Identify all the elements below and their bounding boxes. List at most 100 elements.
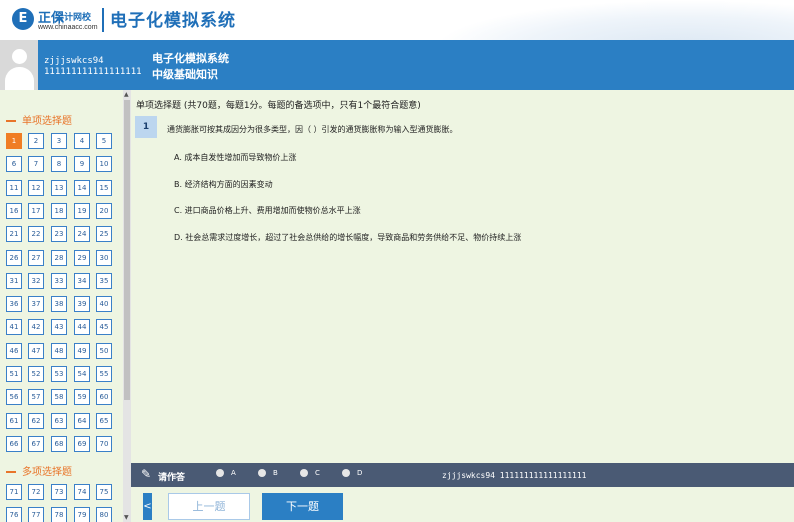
- question-nav-item[interactable]: 43: [51, 319, 67, 335]
- section-multiple-choice[interactable]: 多项选择题: [6, 463, 72, 478]
- question-nav-item[interactable]: 9: [74, 156, 90, 172]
- question-nav-item[interactable]: 41: [6, 319, 22, 335]
- question-nav-item[interactable]: 23: [51, 226, 67, 242]
- question-nav-item[interactable]: 29: [74, 250, 90, 266]
- sidebar-scrollbar[interactable]: ▲ ▼: [123, 90, 131, 522]
- question-nav-item[interactable]: 27: [28, 250, 44, 266]
- question-nav-item[interactable]: 67: [28, 436, 44, 452]
- question-nav-item[interactable]: 77: [28, 507, 44, 522]
- question-nav-item[interactable]: 57: [28, 389, 44, 405]
- question-nav-item[interactable]: 12: [28, 180, 44, 196]
- question-nav-item[interactable]: 66: [6, 436, 22, 452]
- question-nav-item[interactable]: 21: [6, 226, 22, 242]
- question-nav-item[interactable]: 7: [28, 156, 44, 172]
- question-nav-item[interactable]: 74: [74, 484, 90, 500]
- question-nav-item[interactable]: 26: [6, 250, 22, 266]
- question-nav-item[interactable]: 52: [28, 366, 44, 382]
- question-nav-item[interactable]: 59: [74, 389, 90, 405]
- question-nav-item[interactable]: 56: [6, 389, 22, 405]
- question-nav-item[interactable]: 49: [74, 343, 90, 359]
- question-nav-item[interactable]: 50: [96, 343, 112, 359]
- radio-circle-icon[interactable]: [300, 469, 308, 477]
- question-nav-item[interactable]: 64: [74, 413, 90, 429]
- question-nav-item[interactable]: 71: [6, 484, 22, 500]
- question-nav-item[interactable]: 22: [28, 226, 44, 242]
- answer-bar-user: zjjjswkcs94 111111111111111111: [442, 471, 587, 480]
- question-nav-item[interactable]: 75: [96, 484, 112, 500]
- question-nav-item[interactable]: 3: [51, 133, 67, 149]
- question-nav-item[interactable]: 14: [74, 180, 90, 196]
- question-nav-item[interactable]: 45: [96, 319, 112, 335]
- question-nav-item[interactable]: 15: [96, 180, 112, 196]
- question-nav-item[interactable]: 79: [74, 507, 90, 522]
- header-decoration: [434, 0, 794, 40]
- question-nav-item[interactable]: 68: [51, 436, 67, 452]
- scroll-up-icon[interactable]: ▲: [124, 91, 129, 98]
- question-nav-item[interactable]: 70: [96, 436, 112, 452]
- radio-circle-icon[interactable]: [216, 469, 224, 477]
- question-nav-item[interactable]: 60: [96, 389, 112, 405]
- scroll-down-icon[interactable]: ▼: [124, 514, 129, 521]
- question-nav-item[interactable]: 51: [6, 366, 22, 382]
- question-nav-item[interactable]: 76: [6, 507, 22, 522]
- question-nav-item[interactable]: 4: [74, 133, 90, 149]
- question-nav-item[interactable]: 42: [28, 319, 44, 335]
- question-nav-item[interactable]: 19: [74, 203, 90, 219]
- question-nav-item[interactable]: 48: [51, 343, 67, 359]
- next-question-button[interactable]: 下一题: [262, 493, 343, 520]
- question-nav-item[interactable]: 58: [51, 389, 67, 405]
- question-nav-item[interactable]: 38: [51, 296, 67, 312]
- question-nav-item[interactable]: 46: [6, 343, 22, 359]
- question-nav-item[interactable]: 6: [6, 156, 22, 172]
- question-nav-item[interactable]: 20: [96, 203, 112, 219]
- question-nav-item[interactable]: 65: [96, 413, 112, 429]
- question-nav-item[interactable]: 24: [74, 226, 90, 242]
- question-nav-item[interactable]: 72: [28, 484, 44, 500]
- question-nav-item[interactable]: 53: [51, 366, 67, 382]
- question-nav-item[interactable]: 62: [28, 413, 44, 429]
- question-nav-item[interactable]: 8: [51, 156, 67, 172]
- question-nav-item[interactable]: 28: [51, 250, 67, 266]
- answer-radio-b[interactable]: B: [258, 469, 278, 477]
- question-nav-item[interactable]: 18: [51, 203, 67, 219]
- question-nav-item[interactable]: 30: [96, 250, 112, 266]
- question-nav-item[interactable]: 63: [51, 413, 67, 429]
- question-nav-item[interactable]: 2: [28, 133, 44, 149]
- answer-radio-c[interactable]: C: [300, 469, 320, 477]
- question-nav-item[interactable]: 36: [6, 296, 22, 312]
- question-nav-item[interactable]: 69: [74, 436, 90, 452]
- question-nav-item[interactable]: 47: [28, 343, 44, 359]
- answer-radio-a[interactable]: A: [216, 469, 236, 477]
- question-nav-item[interactable]: 40: [96, 296, 112, 312]
- question-nav-item[interactable]: 44: [74, 319, 90, 335]
- collapse-sidebar-button[interactable]: <: [143, 493, 152, 520]
- scrollbar-thumb[interactable]: [124, 100, 130, 400]
- question-nav-item[interactable]: 1: [6, 133, 22, 149]
- question-nav-item[interactable]: 54: [74, 366, 90, 382]
- question-nav-item[interactable]: 80: [96, 507, 112, 522]
- question-nav-item[interactable]: 33: [51, 273, 67, 289]
- question-nav-item[interactable]: 25: [96, 226, 112, 242]
- question-nav-item[interactable]: 31: [6, 273, 22, 289]
- question-nav-item[interactable]: 17: [28, 203, 44, 219]
- question-nav-item[interactable]: 39: [74, 296, 90, 312]
- question-nav-item[interactable]: 78: [51, 507, 67, 522]
- section-single-choice[interactable]: 单项选择题: [6, 112, 72, 127]
- radio-circle-icon[interactable]: [258, 469, 266, 477]
- question-nav-item[interactable]: 16: [6, 203, 22, 219]
- question-nav-item[interactable]: 61: [6, 413, 22, 429]
- radio-circle-icon[interactable]: [342, 469, 350, 477]
- question-nav-item[interactable]: 37: [28, 296, 44, 312]
- question-nav-item[interactable]: 55: [96, 366, 112, 382]
- question-nav-item[interactable]: 10: [96, 156, 112, 172]
- question-nav-item[interactable]: 73: [51, 484, 67, 500]
- question-nav-item[interactable]: 32: [28, 273, 44, 289]
- question-stem: 通货膨胀可按其成因分为很多类型，因（ ）引发的通货膨胀称为输入型通货膨胀。: [167, 125, 458, 134]
- prev-question-button[interactable]: 上一题: [168, 493, 250, 520]
- question-nav-item[interactable]: 35: [96, 273, 112, 289]
- answer-radio-d[interactable]: D: [342, 469, 362, 477]
- question-nav-item[interactable]: 13: [51, 180, 67, 196]
- question-nav-item[interactable]: 34: [74, 273, 90, 289]
- question-nav-item[interactable]: 5: [96, 133, 112, 149]
- question-nav-item[interactable]: 11: [6, 180, 22, 196]
